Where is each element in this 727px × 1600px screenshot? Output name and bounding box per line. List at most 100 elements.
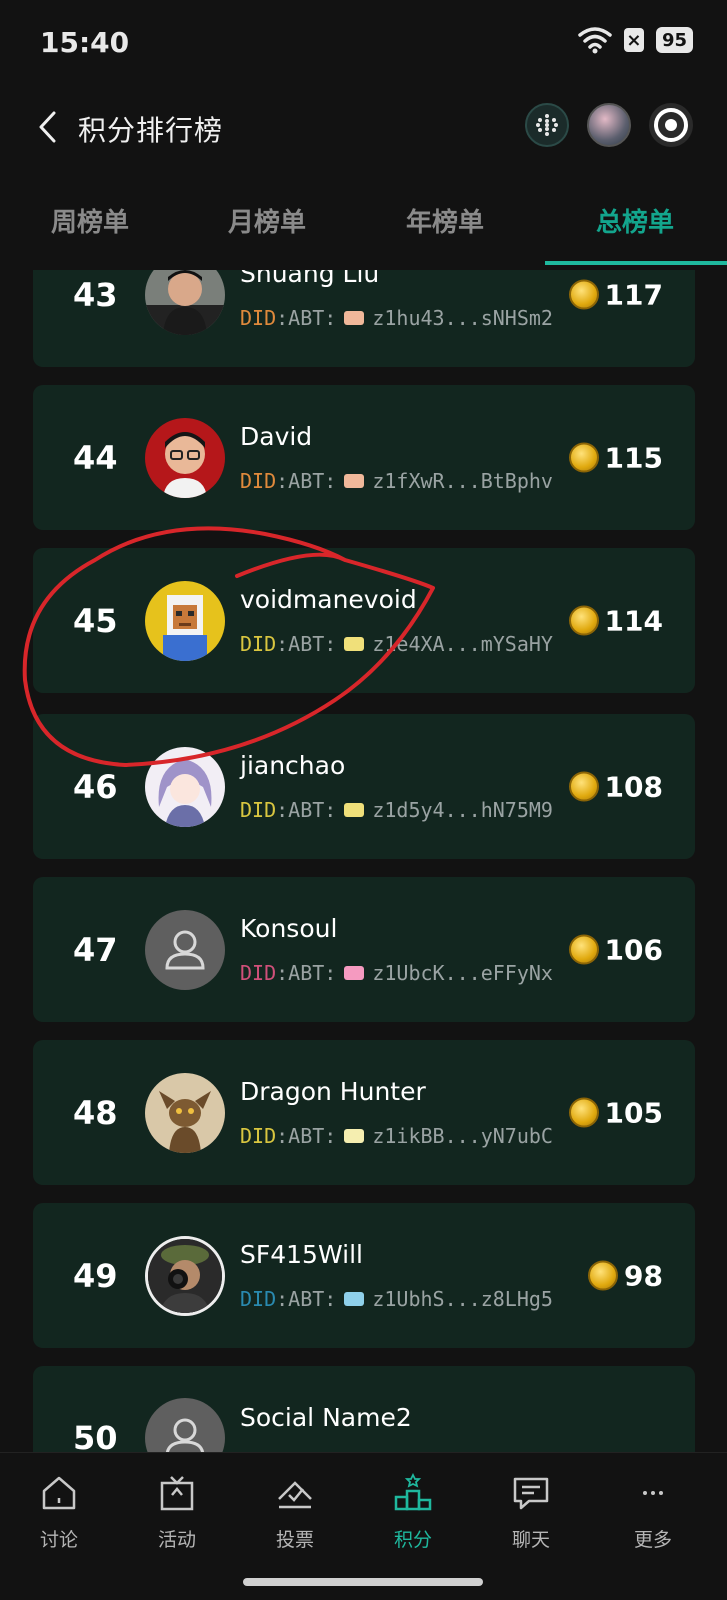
rank-number: 47: [73, 930, 118, 969]
user-name: Konsoul: [240, 914, 338, 943]
points-value: 117: [604, 278, 663, 311]
status-bar: 15:40 × 95: [0, 0, 727, 90]
chat-icon: [513, 1477, 549, 1510]
points-value: 106: [604, 933, 663, 966]
nav-chat[interactable]: 聊天: [481, 1473, 581, 1552]
leaderboard-row[interactable]: 48 Dragon Hunter DID :ABT: z1ikBB...yN7u…: [33, 1040, 695, 1185]
did-wallet-button[interactable]: [525, 103, 569, 147]
avatar: [145, 746, 225, 827]
header-actions: [525, 103, 693, 147]
nav-label: 投票: [275, 1529, 314, 1551]
did-address: DID :ABT: z1UbhS...z8LHg5: [240, 1287, 553, 1311]
rank-number: 45: [73, 601, 118, 640]
status-time: 15:40: [40, 26, 130, 59]
leaderboard-row[interactable]: 45 voidmanevoid DID :ABT: z1e4XA...mYSaH…: [33, 548, 695, 693]
avatar: [145, 1072, 225, 1153]
back-arrow-icon[interactable]: [36, 109, 60, 145]
points: 108: [568, 770, 663, 803]
did-mid: :ABT:: [276, 798, 337, 822]
did-prefix: DID: [240, 961, 277, 985]
did-short-address: z1ikBB...yN7ubC: [372, 1124, 553, 1148]
wifi-icon: [578, 27, 612, 54]
did-short-address: z1hu43...sNHSm2: [372, 306, 553, 330]
user-avatar-button[interactable]: [587, 103, 631, 147]
leaderboard-row[interactable]: 46 jianchao DID :ABT: z1d5y4...hN75M9 10…: [33, 714, 695, 859]
leaderboard-row[interactable]: 43 Shuang Liu DID :ABT: z1hu43...sNHSm2 …: [33, 270, 695, 367]
coin-icon: [568, 934, 599, 965]
did-prefix: DID: [240, 306, 277, 330]
home-indicator[interactable]: [243, 1578, 483, 1586]
did-chip-icon: [344, 637, 365, 651]
avatar: [145, 1235, 225, 1316]
did-chip-icon: [344, 311, 365, 325]
did-chip-icon: [344, 803, 365, 817]
did-short-address: z1UbhS...z8LHg5: [372, 1287, 553, 1311]
page-title: 积分排行榜: [78, 114, 224, 147]
did-mid: :ABT:: [276, 306, 337, 330]
did-mid: :ABT:: [276, 961, 337, 985]
points: 98: [588, 1259, 663, 1292]
nav-label: 聊天: [511, 1529, 550, 1551]
leaderboard-row[interactable]: 50 Social Name2: [33, 1366, 695, 1452]
coin-icon: [588, 1260, 619, 1291]
avatar: [145, 909, 225, 990]
did-prefix: DID: [240, 469, 277, 493]
points-value: 114: [604, 604, 663, 637]
nav-vote[interactable]: 投票: [245, 1473, 345, 1552]
did-prefix: DID: [240, 798, 277, 822]
leaderboard-list[interactable]: 43 Shuang Liu DID :ABT: z1hu43...sNHSm2 …: [0, 270, 727, 1452]
points-value: 105: [604, 1096, 663, 1129]
did-chip-icon: [344, 1129, 365, 1143]
did-mid: :ABT:: [276, 632, 337, 656]
nav-points[interactable]: 积分: [363, 1472, 463, 1552]
did-address: DID :ABT: z1ikBB...yN7ubC: [240, 1124, 553, 1148]
status-icons: × 95: [578, 26, 693, 54]
did-short-address: z1UbcK...eFFyNx: [372, 961, 553, 985]
leaderboard-row[interactable]: 49 SF415Will DID :ABT: z1UbhS...z8LHg5 9…: [33, 1203, 695, 1348]
rank-number: 49: [73, 1256, 118, 1295]
points: 105: [568, 1096, 663, 1129]
record-button[interactable]: [649, 103, 693, 147]
rank-number: 48: [73, 1093, 118, 1132]
did-chip-icon: [344, 966, 365, 980]
leaderboard-row[interactable]: 47 Konsoul DID :ABT: z1UbcK...eFFyNx 106: [33, 877, 695, 1022]
tab-active-indicator: [545, 261, 727, 265]
did-prefix: DID: [240, 632, 277, 656]
did-address: DID :ABT: z1d5y4...hN75M9: [240, 798, 553, 822]
tab-total[interactable]: 总榜单: [545, 202, 725, 239]
leaderboard-row[interactable]: 44 David DID :ABT: z1fXwR...BtBphv 115: [33, 385, 695, 530]
rank-number: 50: [73, 1419, 118, 1452]
did-address: DID :ABT: z1fXwR...BtBphv: [240, 469, 553, 493]
coin-icon: [568, 771, 599, 802]
coin-icon: [568, 442, 599, 473]
tab-weekly[interactable]: 周榜单: [0, 202, 180, 239]
avatar: [145, 270, 225, 335]
did-address: DID :ABT: z1e4XA...mYSaHY: [240, 632, 553, 656]
user-name: David: [240, 422, 313, 451]
nav-discuss[interactable]: 讨论: [9, 1473, 109, 1552]
vote-icon: [278, 1481, 312, 1509]
tab-monthly[interactable]: 月榜单: [177, 202, 357, 239]
nav-more[interactable]: 更多: [603, 1473, 703, 1552]
did-short-address: z1d5y4...hN75M9: [372, 798, 553, 822]
did-chip-icon: [344, 1292, 365, 1306]
avatar: [145, 580, 225, 661]
sim-off-icon: ×: [623, 28, 644, 52]
points: 106: [568, 933, 663, 966]
points: 114: [568, 604, 663, 637]
rank-number: 46: [73, 767, 118, 806]
did-short-address: z1fXwR...BtBphv: [372, 469, 553, 493]
points-value: 115: [604, 441, 663, 474]
did-address: DID :ABT: z1UbcK...eFFyNx: [240, 961, 553, 985]
rank-number: 44: [73, 438, 118, 477]
tab-yearly[interactable]: 年榜单: [355, 202, 535, 239]
coin-icon: [568, 605, 599, 636]
points: 117: [568, 278, 663, 311]
user-name: Shuang Liu: [240, 270, 380, 288]
nav-activity[interactable]: 活动: [127, 1473, 227, 1552]
gift-icon: [160, 1476, 194, 1511]
did-mid: :ABT:: [276, 1124, 337, 1148]
coin-icon: [568, 279, 599, 310]
avatar: [145, 417, 225, 498]
points: 115: [568, 441, 663, 474]
